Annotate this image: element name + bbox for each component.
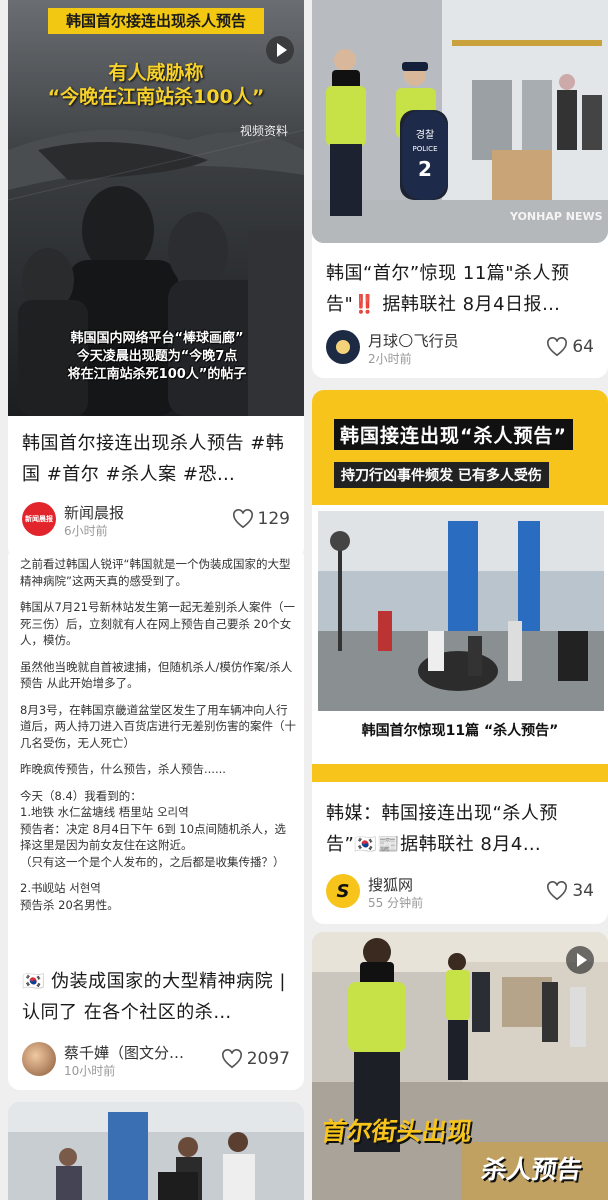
author-name[interactable]: 月球🌕飞行员: [368, 330, 459, 351]
moon-icon: [336, 340, 350, 354]
like-button[interactable]: 129: [232, 509, 290, 529]
heart-icon: [547, 337, 568, 357]
card-1-caption-line-3: 将在江南站杀死100人”的帖子: [67, 367, 247, 382]
card-1-cover-image[interactable]: 韩国首尔接连出现杀人预告 有人威胁称 “今晚在江南站杀100人” 视频资料 韩国…: [8, 0, 304, 416]
card-6-cover-image[interactable]: 首尔街头出现 杀人预告: [312, 932, 608, 1200]
post-paragraph: 昨晚疯传预告，什么预告，杀人预告......: [20, 762, 226, 776]
like-count: 2097: [246, 1049, 290, 1069]
card-1-headline-1: 有人威胁称: [108, 62, 204, 84]
yonhap-watermark: YONHAP NEWS: [510, 210, 603, 223]
like-button[interactable]: 2097: [221, 1049, 290, 1069]
crowd-scene: [8, 1102, 304, 1200]
like-button[interactable]: 34: [546, 881, 594, 901]
card-6-headline-2: 杀人预告: [479, 1155, 584, 1184]
post-paragraph: 今天（8.4）我看到的： 1.地铁 水仁盆塘线 梧里站 오리역 预告者：决定 8…: [20, 788, 287, 869]
card-1-title[interactable]: 韩国首尔接连出现杀人预告 #韩国 #首尔 #杀人案 #恐…: [8, 428, 304, 492]
avatar-text: 新闻晨报: [25, 515, 53, 523]
feed-card-6[interactable]: 首尔街头出现 杀人预告: [312, 932, 608, 1200]
heart-icon: [547, 881, 568, 901]
card-3-meta: 蔡千嬅（图文分… 10小时前 2097: [22, 1042, 290, 1082]
card-4-meta: S 搜狐网 55 分钟前 34: [326, 874, 594, 914]
feed-card-4[interactable]: 韩国接连出现“杀人预告” 持刀行凶事件频发 已有多人受伤 韩国首尔惊现11篇 “…: [312, 390, 608, 924]
card-1-banner: 韩国首尔接连出现杀人预告: [48, 8, 264, 34]
post-time: 6小时前: [64, 524, 108, 538]
post-paragraph: 2.书岘站 서현역 预告杀 20名男性。: [20, 881, 119, 912]
police-station-scene: [312, 0, 608, 243]
card-2-cover-image[interactable]: 경찰 POLICE 2 YONHAP NEWS: [312, 0, 608, 243]
post-time: 10小时前: [64, 1064, 116, 1078]
card-6-headline-1: 首尔街头出现: [319, 1117, 474, 1146]
card-2-title[interactable]: 韩国“首尔”惊现 11篇"杀人预告"‼️ 据韩联社 8月4日报…: [312, 258, 608, 322]
poster-strip: [312, 764, 608, 782]
like-button[interactable]: 64: [546, 337, 594, 357]
author-name[interactable]: 搜狐网: [368, 874, 413, 895]
post-time: 2小时前: [368, 352, 412, 366]
poster-heading: 韩国接连出现“杀人预告”: [334, 419, 573, 450]
avatar[interactable]: [22, 1042, 56, 1076]
like-count: 64: [572, 337, 594, 357]
card-3-text-image[interactable]: 之前看过韩国人锐评“韩国就是一个伪装成国家的大型精神病院”这两天真的感受到了。 …: [20, 556, 296, 956]
avatar[interactable]: S: [326, 874, 360, 908]
poster-header: 韩国接连出现“杀人预告” 持刀行凶事件频发 已有多人受伤: [312, 390, 608, 505]
card-1-caption: 韩国国内网络平台“棒球画廊” 今天凌晨出现题为“今晚7点 将在江南站杀死100人…: [46, 330, 268, 384]
feed-card-1[interactable]: 韩国首尔接连出现杀人预告 有人威胁称 “今晚在江南站杀100人” 视频资料 韩国…: [8, 0, 304, 560]
card-1-meta: 新闻晨报 新闻晨报 6小时前 129: [22, 502, 290, 542]
poster-caption: 韩国首尔惊现11篇 “杀人预告”: [361, 723, 559, 739]
author-name[interactable]: 新闻晨报: [64, 502, 124, 523]
card-1-watermark: 视频资料: [239, 124, 288, 138]
police-plate-num: 2: [418, 157, 432, 181]
police-plate: 경찰 POLICE 2: [402, 110, 448, 200]
feed-card-5[interactable]: [8, 1102, 304, 1200]
post-time: 55 分钟前: [368, 896, 424, 910]
card-1-caption-line-2: 今天凌晨出现题为“今晚7点: [76, 349, 238, 364]
feed-card-3[interactable]: 之前看过韩国人锐评“韩国就是一个伪装成国家的大型精神病院”这两天真的感受到了。 …: [8, 554, 304, 1090]
poster-subtitle: 持刀行凶事件频发 已有多人受伤: [334, 462, 549, 488]
card-1-headline-2: “今晚在江南站杀100人”: [47, 86, 265, 108]
post-paragraph: 韩国从7月21号新林站发生第一起无差别杀人案件（一死三伤）后，立刻就有人在网上预…: [20, 600, 295, 647]
avatar[interactable]: [326, 330, 360, 364]
post-paragraph: 之前看过韩国人锐评“韩国就是一个伪装成国家的大型精神病院”这两天真的感受到了。: [20, 557, 291, 588]
like-count: 129: [257, 509, 290, 529]
card-1-caption-line-1: 韩国国内网络平台“棒球画廊”: [70, 331, 244, 346]
heart-icon: [232, 509, 253, 529]
heart-icon: [221, 1049, 242, 1069]
card-4-cover-image[interactable]: 韩国接连出现“杀人预告” 持刀行凶事件频发 已有多人受伤 韩国首尔惊现11篇 “…: [312, 390, 608, 782]
post-paragraph: 虽然他当晚就自首被逮捕，但随机杀人/模仿作案/杀人预告 从此开始增多了。: [20, 659, 293, 691]
like-count: 34: [572, 881, 594, 901]
author-name[interactable]: 蔡千嬅（图文分…: [64, 1042, 184, 1063]
police-plate-en: POLICE: [412, 145, 438, 153]
card-2-meta: 月球🌕飞行员 2小时前 64: [326, 330, 594, 370]
avatar[interactable]: 新闻晨报: [22, 502, 56, 536]
sohu-logo-icon: S: [336, 880, 350, 902]
post-paragraph: 8月3号，在韩国京畿道盆堂区发生了用车辆冲向人行道后，两人持刀进入百货店进行无差…: [20, 702, 296, 750]
feed-card-2[interactable]: 경찰 POLICE 2 YONHAP NEWS 韩国“首尔”惊现 11篇"杀人预…: [312, 0, 608, 378]
mall-scene: [318, 511, 604, 711]
card-3-title[interactable]: 🇰🇷 伪装成国家的大型精神病院 | 认同了 在各个社区的杀…: [8, 966, 304, 1030]
card-4-title[interactable]: 韩媒：韩国接连出现“杀人预告”🇰🇷📰据韩联社 8月4…: [312, 798, 608, 862]
play-icon[interactable]: [566, 946, 594, 974]
police-plate-ko: 경찰: [415, 130, 435, 141]
